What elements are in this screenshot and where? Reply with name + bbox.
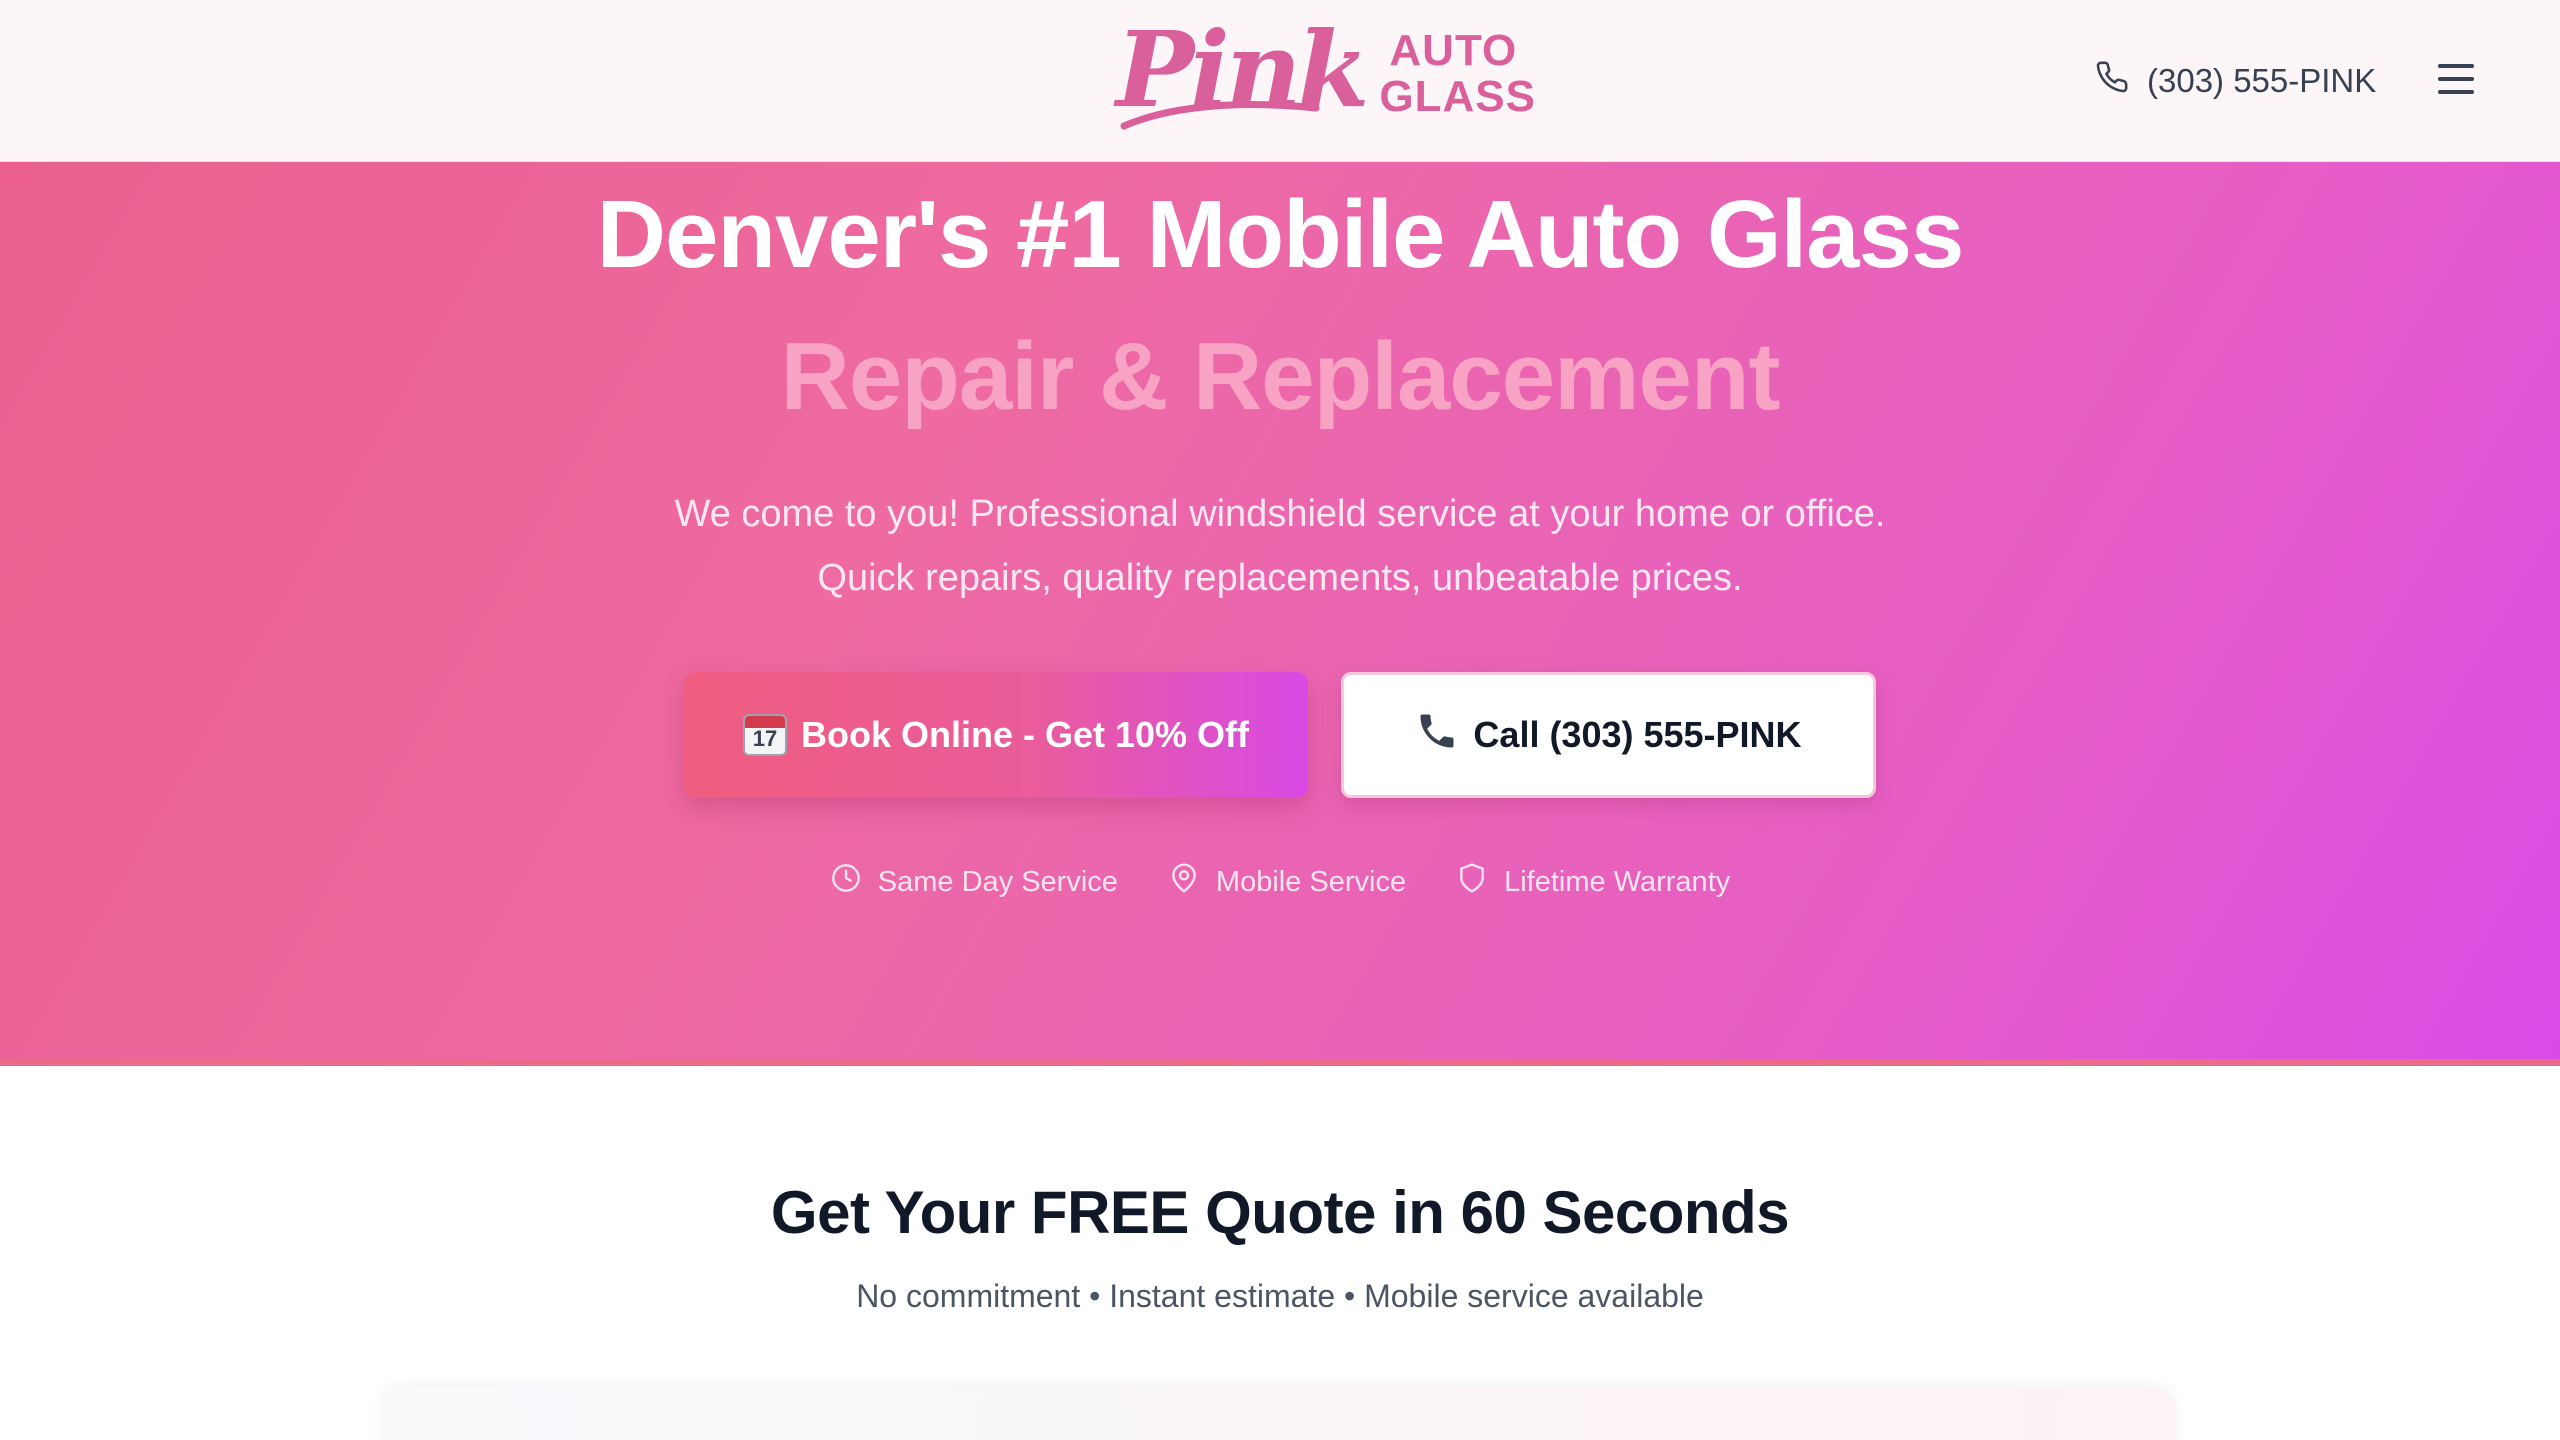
book-online-button[interactable]: 17 Book Online - Get 10% Off — [684, 672, 1308, 798]
phone-icon — [2095, 60, 2129, 102]
hero-subtitle: Repair & Replacement — [780, 323, 1780, 430]
feature-label: Same Day Service — [877, 865, 1118, 898]
quote-title: Get Your FREE Quote in 60 Seconds — [770, 1179, 1790, 1246]
calendar-icon: 17 — [742, 714, 787, 756]
feature-same-day: Same Day Service — [830, 862, 1118, 902]
call-button[interactable]: Call (303) 555-PINK — [1341, 672, 1876, 798]
logo-wordmark: AUTO GLASS — [1379, 29, 1536, 119]
hero-title: Denver's #1 Mobile Auto Glass — [596, 181, 1965, 288]
call-label: Call (303) 555-PINK — [1473, 714, 1802, 755]
header-phone-link[interactable]: (303) 555-PINK — [2095, 56, 2376, 106]
hero-section: Denver's #1 Mobile Auto Glass Repair & R… — [0, 162, 2560, 1066]
logo-glass-text: GLASS — [1379, 72, 1536, 121]
map-pin-icon — [1168, 862, 1200, 902]
quote-form-card — [382, 1388, 2176, 1440]
logo[interactable]: Pink AUTO GLASS — [1116, 14, 1535, 134]
header-phone-number: (303) 555-PINK — [2147, 62, 2377, 99]
hero-description-line-2: Quick repairs, quality replacements, unb… — [817, 557, 1743, 599]
logo-auto-text: AUTO — [1389, 26, 1518, 75]
logo-swoosh — [1120, 101, 1320, 130]
feature-warranty: Lifetime Warranty — [1456, 862, 1730, 902]
quote-subtitle: No commitment • Instant estimate • Mobil… — [856, 1278, 1704, 1314]
shield-icon — [1456, 862, 1488, 902]
feature-mobile: Mobile Service — [1168, 862, 1406, 902]
book-online-label: Book Online - Get 10% Off — [800, 714, 1250, 755]
hero-description: We come to you! Professional windshield … — [0, 482, 2560, 610]
telephone-icon — [1415, 709, 1459, 762]
feature-label: Lifetime Warranty — [1504, 865, 1731, 898]
clock-icon — [830, 862, 862, 902]
site-header: Pink AUTO GLASS (303) 555-PINK — [0, 0, 2560, 162]
feature-label: Mobile Service — [1215, 865, 1407, 898]
hamburger-menu-icon[interactable] — [2438, 64, 2474, 94]
hero-description-line-1: We come to you! Professional windshield … — [674, 493, 1886, 535]
feature-list: Same Day Service Mobile Service Lifetime… — [0, 862, 2560, 902]
